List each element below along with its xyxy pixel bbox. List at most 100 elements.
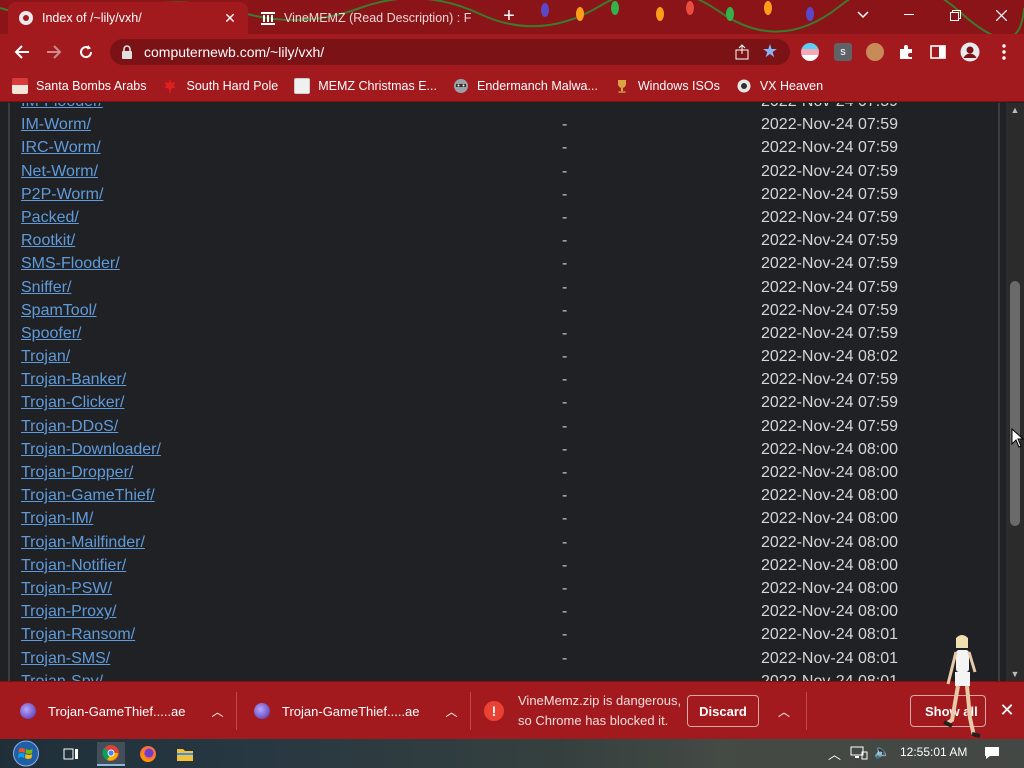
- directory-link[interactable]: Trojan-DDoS/: [21, 418, 118, 436]
- directory-link[interactable]: Trojan-Ransom/: [21, 626, 135, 644]
- directory-link[interactable]: Spoofer/: [21, 325, 81, 343]
- extensions-button[interactable]: [892, 38, 920, 66]
- listing-row: Trojan-PSW/ - 2022-Nov-24 08:00: [10, 578, 998, 601]
- tab-index-of-lily-vxh[interactable]: Index of /~lily/vxh/ ✕: [8, 2, 248, 34]
- share-icon[interactable]: [734, 44, 750, 60]
- modified-date-cell: 2022-Nov-24 08:00: [761, 579, 898, 597]
- tab-close-icon[interactable]: ✕: [222, 10, 238, 26]
- forward-button[interactable]: [40, 38, 68, 66]
- directory-link[interactable]: Packed/: [21, 209, 79, 227]
- directory-link[interactable]: Trojan-GameThief/: [21, 487, 155, 505]
- discard-button[interactable]: Discard: [687, 695, 759, 727]
- directory-link[interactable]: Trojan-IM/: [21, 510, 93, 528]
- listing-row: Trojan-GameThief/ - 2022-Nov-24 08:00: [10, 485, 998, 508]
- reload-button[interactable]: [72, 38, 100, 66]
- listing-row: Spoofer/ - 2022-Nov-24 07:59: [10, 323, 998, 346]
- new-tab-button[interactable]: +: [498, 6, 520, 28]
- notification-icon[interactable]: [984, 745, 1000, 761]
- menu-button[interactable]: [990, 38, 1018, 66]
- scrollbar-thumb[interactable]: [1010, 281, 1020, 526]
- minimize-button[interactable]: [886, 0, 932, 30]
- download-item[interactable]: Trojan-GameThief.....ae ︿: [20, 682, 224, 740]
- volume-icon[interactable]: 🔈: [874, 744, 890, 760]
- chevron-up-icon[interactable]: ︿: [212, 703, 224, 720]
- directory-link[interactable]: Trojan-PSW/: [21, 580, 112, 598]
- modified-date-cell: 2022-Nov-24 07:59: [761, 232, 898, 250]
- bookmark-endermanch-malware[interactable]: Endermanch Malwa...: [453, 78, 598, 94]
- blocked-message-line-2: so Chrome has blocked it.: [518, 713, 669, 728]
- restore-button[interactable]: [932, 0, 978, 30]
- trans-flag-extension-icon[interactable]: [801, 43, 819, 61]
- task-view-icon: [63, 748, 78, 760]
- bookmark-label: VX Heaven: [759, 78, 824, 93]
- directory-link[interactable]: IM-Worm/: [21, 116, 91, 134]
- directory-link[interactable]: Trojan-Dropper/: [21, 464, 133, 482]
- download-separator: [236, 692, 237, 730]
- bookmark-south-hard-pole[interactable]: South Hard Pole: [162, 78, 278, 94]
- back-button[interactable]: [8, 38, 36, 66]
- size-cell: -: [562, 487, 568, 505]
- listing-row: Trojan-Notifier/ - 2022-Nov-24 08:00: [10, 555, 998, 578]
- download-item[interactable]: Trojan-GameThief.....ae ︿: [254, 682, 458, 740]
- tray-overflow-chevron-icon[interactable]: ︿: [828, 744, 841, 763]
- puzzle-piece-icon: [900, 45, 912, 59]
- size-cell: -: [562, 208, 568, 226]
- side-panel-button[interactable]: [924, 38, 952, 66]
- directory-link[interactable]: Trojan-Downloader/: [21, 441, 161, 459]
- s-extension-icon[interactable]: s: [834, 43, 852, 61]
- directory-link[interactable]: Sniffer/: [21, 279, 71, 297]
- taskbar-clock[interactable]: 12:55:01 AM: [900, 745, 967, 759]
- close-window-button[interactable]: [978, 0, 1024, 30]
- directory-link[interactable]: Trojan-Clicker/: [21, 394, 124, 412]
- bookmark-memz-christmas[interactable]: MEMZ Christmas E...: [294, 77, 437, 94]
- chevron-up-icon[interactable]: ︿: [778, 703, 790, 720]
- directory-link[interactable]: Trojan-Proxy/: [21, 603, 116, 621]
- scroll-up-arrow-icon[interactable]: ▲: [1010, 105, 1020, 115]
- bookmark-windows-isos[interactable]: Windows ISOs: [614, 78, 720, 94]
- mouse-cursor-icon: [1011, 428, 1024, 448]
- size-cell: -: [562, 185, 568, 203]
- windows-start-button[interactable]: [10, 740, 42, 767]
- directory-link[interactable]: IM-Flooder/: [21, 103, 103, 111]
- network-icon[interactable]: [850, 746, 868, 760]
- directory-link[interactable]: SMS-Flooder/: [21, 255, 120, 273]
- directory-link[interactable]: Trojan-Banker/: [21, 371, 126, 389]
- size-cell: -: [562, 626, 568, 644]
- directory-link[interactable]: SpamTool/: [21, 302, 97, 320]
- directory-link[interactable]: P2P-Worm/: [21, 186, 103, 204]
- close-download-bar-icon[interactable]: ✕: [996, 699, 1018, 721]
- directory-link[interactable]: Trojan-SMS/: [21, 650, 110, 668]
- chrome-taskbar-button[interactable]: [97, 742, 125, 766]
- directory-link[interactable]: Trojan/: [21, 348, 70, 366]
- task-view-button[interactable]: [57, 742, 85, 766]
- directory-link[interactable]: IRC-Worm/: [21, 139, 101, 157]
- modified-date-cell: 2022-Nov-24 08:00: [761, 440, 898, 458]
- vertical-scrollbar[interactable]: ▲ ▼: [1006, 103, 1024, 681]
- avatar-extension-icon[interactable]: [866, 43, 884, 61]
- listing-row: Trojan-Ransom/ - 2022-Nov-24 08:01: [10, 624, 998, 647]
- bookmark-vx-heaven[interactable]: VX Heaven: [736, 78, 823, 94]
- modified-date-cell: 2022-Nov-24 07:59: [761, 301, 898, 319]
- scroll-down-arrow-icon[interactable]: ▼: [1010, 669, 1020, 679]
- bookmark-santa-bombs-arabs[interactable]: Santa Bombs Arabs: [12, 77, 146, 94]
- size-cell: -: [562, 116, 568, 134]
- blocked-message-line-1: VineMemz.zip is dangerous,: [518, 693, 682, 708]
- blocked-download-options[interactable]: ︿: [778, 682, 790, 740]
- address-bar[interactable]: computernewb.com/~lily/vxh/ ★: [110, 39, 790, 65]
- download-separator: [470, 692, 471, 730]
- bookmark-star-icon[interactable]: ★: [762, 42, 778, 60]
- file-explorer-taskbar-button[interactable]: [171, 742, 199, 766]
- profile-button[interactable]: [956, 38, 984, 66]
- directory-link[interactable]: Net-Worm/: [21, 163, 98, 181]
- chevron-up-icon[interactable]: ︿: [446, 703, 458, 720]
- size-cell: -: [562, 371, 568, 389]
- modified-date-cell: 2022-Nov-24 07:59: [761, 185, 898, 203]
- firefox-taskbar-button[interactable]: [134, 742, 162, 766]
- tab-search-button[interactable]: [840, 0, 886, 30]
- bookmark-label: Windows ISOs: [637, 78, 720, 93]
- directory-link[interactable]: Trojan-Spy/: [21, 673, 103, 681]
- directory-link[interactable]: Trojan-Mailfinder/: [21, 534, 145, 552]
- directory-link[interactable]: Rootkit/: [21, 232, 75, 250]
- directory-link[interactable]: Trojan-Notifier/: [21, 557, 126, 575]
- tab-vinememz[interactable]: VineMEMZ (Read Description) : F: [250, 2, 490, 34]
